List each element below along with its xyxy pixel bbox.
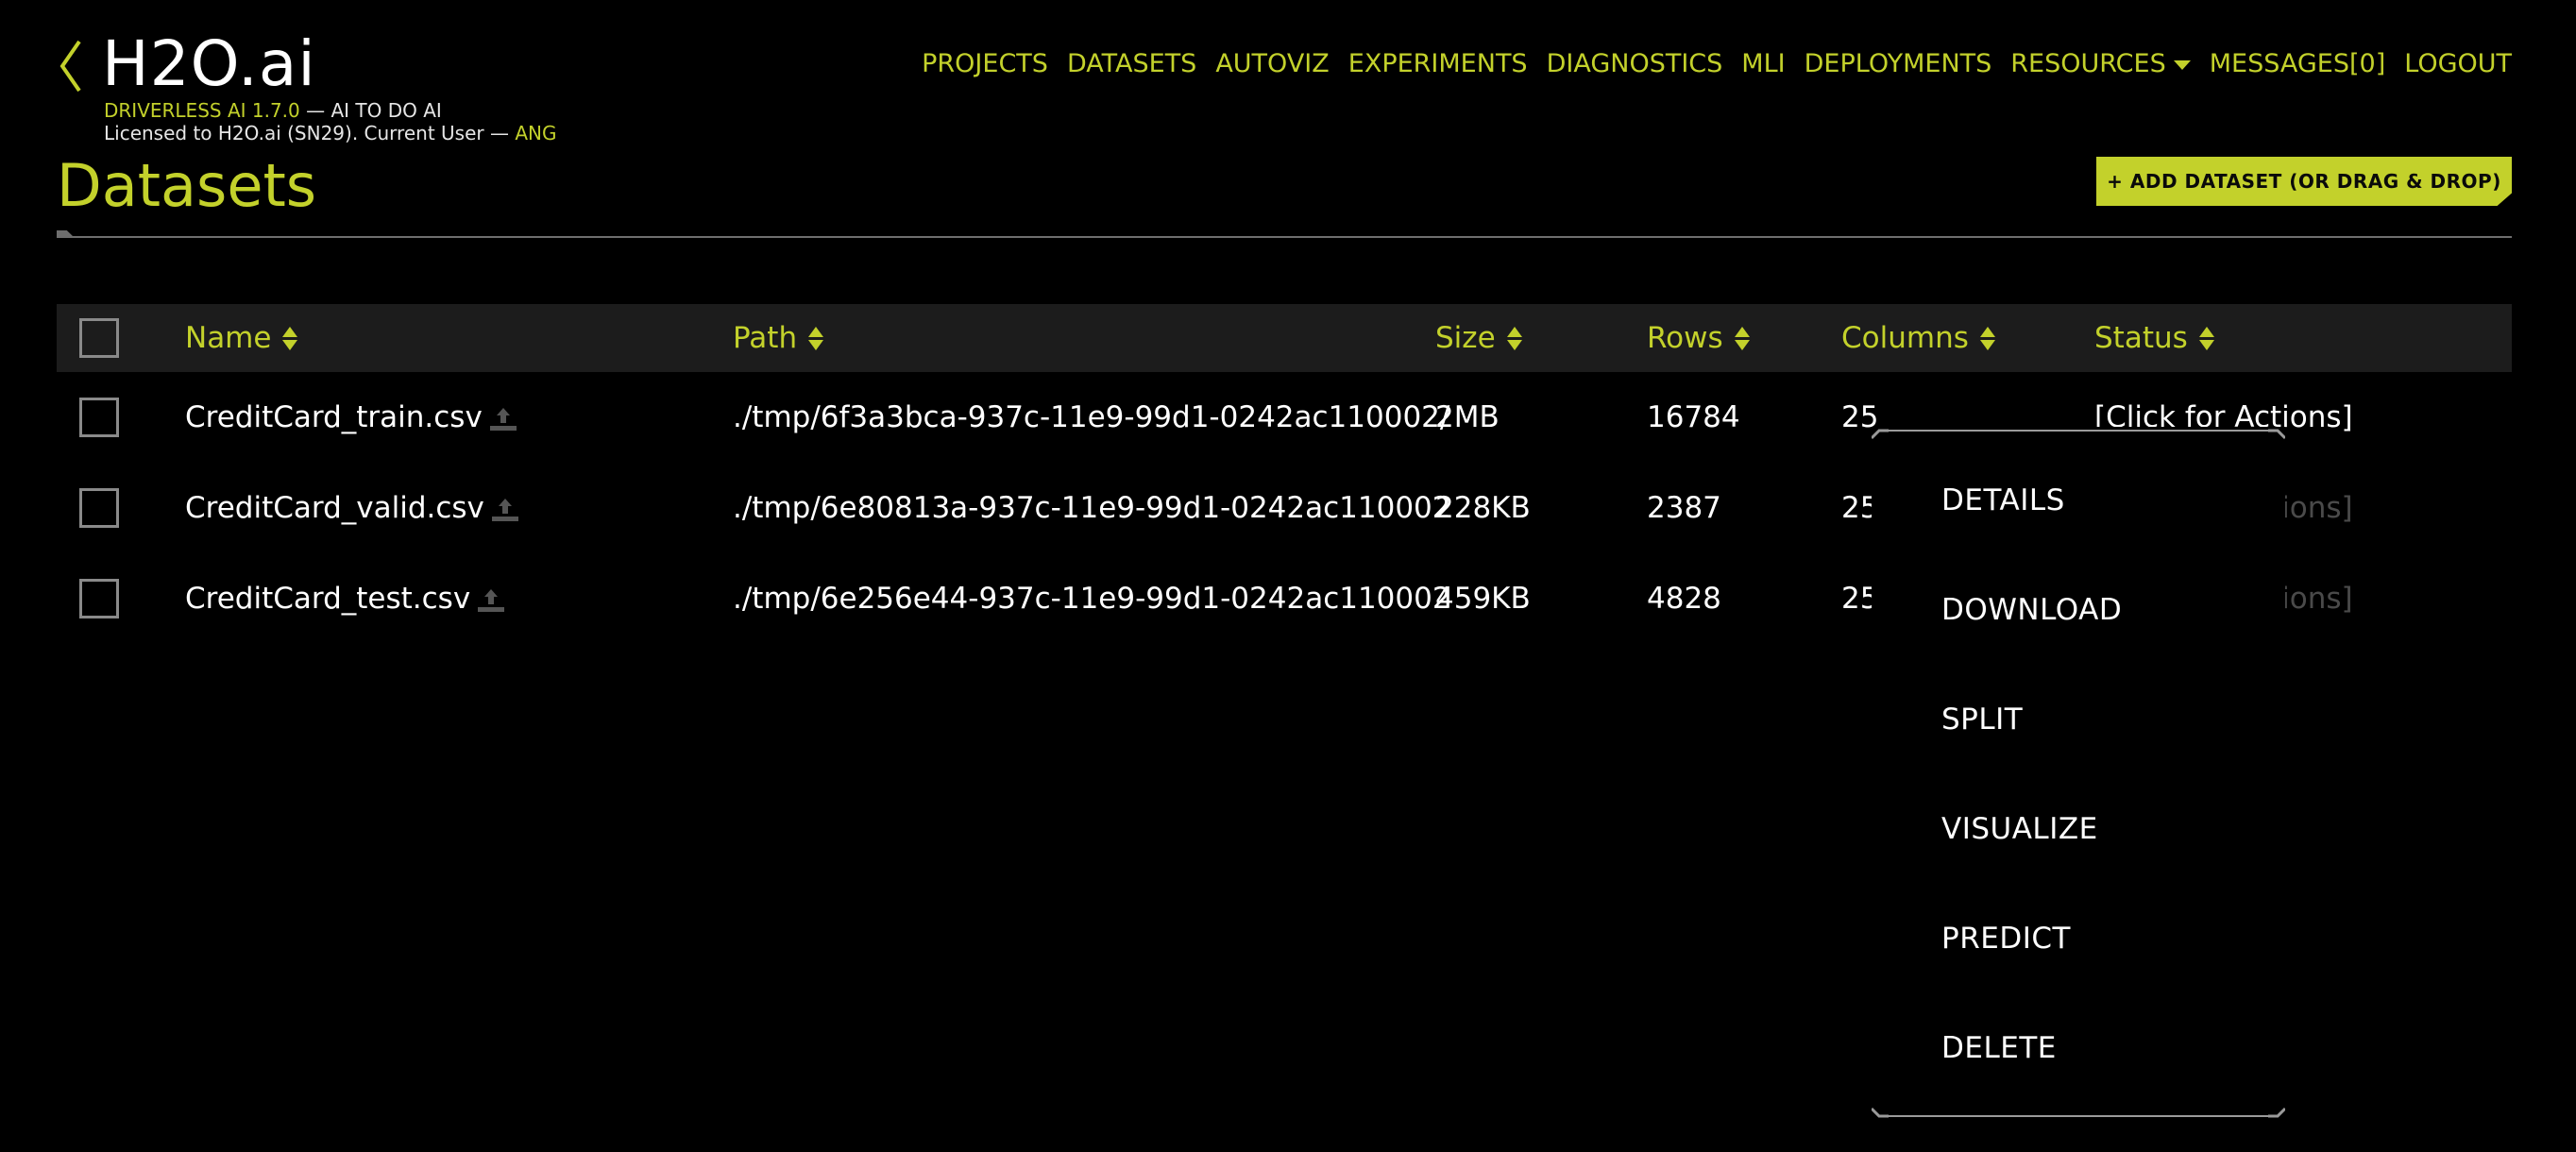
column-header-name-label: Name [185,321,272,355]
upload-icon[interactable] [486,400,520,434]
dataset-rows: 2387 [1647,491,1721,525]
row-checkbox[interactable] [79,579,119,618]
upload-icon[interactable] [488,491,522,525]
page-title: Datasets [57,151,317,220]
dataset-size: 2MB [1435,400,1500,434]
caret-down-icon [2173,60,2191,70]
column-header-columns-label: Columns [1841,321,1969,355]
upload-icon[interactable] [474,582,508,616]
table-header: Name Path Size Rows Columns Status [57,304,2512,372]
column-header-path-label: Path [733,321,798,355]
row-checkbox[interactable] [79,398,119,437]
license-line: Licensed to H2O.ai (SN29). Current User … [104,121,556,145]
dataset-name: CreditCard_valid.csv [185,491,484,525]
nav-datasets[interactable]: DATASETS [1067,47,1196,81]
sort-arrows-icon [1506,326,1522,350]
license-text: Licensed to H2O.ai (SN29). Current User … [104,122,516,144]
nav-resources-label: RESOURCES [2010,49,2166,78]
dataset-rows: 4828 [1647,582,1721,616]
nav-experiments[interactable]: EXPERIMENTS [1348,47,1528,81]
column-header-size[interactable]: Size [1435,321,1522,355]
dataset-name-cell[interactable]: CreditCard_train.csv [185,372,520,463]
nav-logout[interactable]: LOGOUT [2404,47,2512,81]
logo: H2O.ai [102,27,316,100]
menu-item-download[interactable]: DOWNLOAD [1941,591,2122,629]
dataset-name-cell[interactable]: CreditCard_test.csv [185,553,508,644]
dataset-size: 228KB [1435,491,1531,525]
nav-autoviz[interactable]: AUTOVIZ [1215,47,1329,81]
column-header-name[interactable]: Name [185,321,298,355]
sort-arrows-icon [808,326,824,350]
column-header-rows-label: Rows [1647,321,1723,355]
menu-frame [1872,429,2285,1118]
nav-deployments[interactable]: DEPLOYMENTS [1805,47,1992,81]
dataset-name: CreditCard_test.csv [185,582,471,616]
sort-arrows-icon [282,326,298,350]
product-name: DRIVERLESS AI 1.7.0 [104,99,300,122]
nav-mli[interactable]: MLI [1741,47,1785,81]
dataset-name-cell[interactable]: CreditCard_valid.csv [185,463,522,553]
dataset-actions-menu: DETAILS DOWNLOAD SPLIT VISUALIZE PREDICT… [1872,427,2285,1120]
dataset-size: 459KB [1435,582,1531,616]
sort-arrows-icon [2198,326,2214,350]
column-header-columns[interactable]: Columns [1841,321,1995,355]
column-header-status-label: Status [2094,321,2188,355]
menu-item-predict[interactable]: PREDICT [1941,920,2071,957]
select-all-checkbox[interactable] [79,318,119,358]
menu-item-visualize[interactable]: VISUALIZE [1941,810,2098,848]
row-checkbox[interactable] [79,488,119,528]
menu-item-details[interactable]: DETAILS [1941,482,2065,519]
dataset-path: ./tmp/6e80813a-937c-11e9-99d1-0242ac1100… [733,491,1450,525]
column-header-status[interactable]: Status [2094,321,2214,355]
nav-diagnostics[interactable]: DIAGNOSTICS [1547,47,1723,81]
sort-arrows-icon [1734,326,1750,350]
column-header-rows[interactable]: Rows [1647,321,1750,355]
menu-item-delete[interactable]: DELETE [1941,1029,2057,1067]
nav-messages[interactable]: MESSAGES[0] [2210,47,2386,81]
product-version-line: DRIVERLESS AI 1.7.0 — AI TO DO AI [104,98,442,123]
sort-arrows-icon [1979,326,1995,350]
product-tagline: — AI TO DO AI [299,99,442,122]
nav-resources[interactable]: RESOURCES [2010,47,2191,81]
column-header-size-label: Size [1435,321,1496,355]
dataset-name: CreditCard_train.csv [185,400,483,434]
menu-item-split[interactable]: SPLIT [1941,701,2023,738]
current-user: ANG [515,122,557,144]
title-divider [57,236,2512,238]
nav-projects[interactable]: PROJECTS [922,47,1048,81]
back-chevron-icon[interactable] [55,38,87,94]
top-navigation: PROJECTS DATASETS AUTOVIZ EXPERIMENTS DI… [922,47,2512,81]
column-header-path[interactable]: Path [733,321,824,355]
add-dataset-button[interactable]: + ADD DATASET (OR DRAG & DROP) [2096,157,2512,206]
dataset-path: ./tmp/6e256e44-937c-11e9-99d1-0242ac1100… [733,582,1450,616]
dataset-path: ./tmp/6f3a3bca-937c-11e9-99d1-0242ac1100… [733,400,1450,434]
dataset-rows: 16784 [1647,400,1740,434]
